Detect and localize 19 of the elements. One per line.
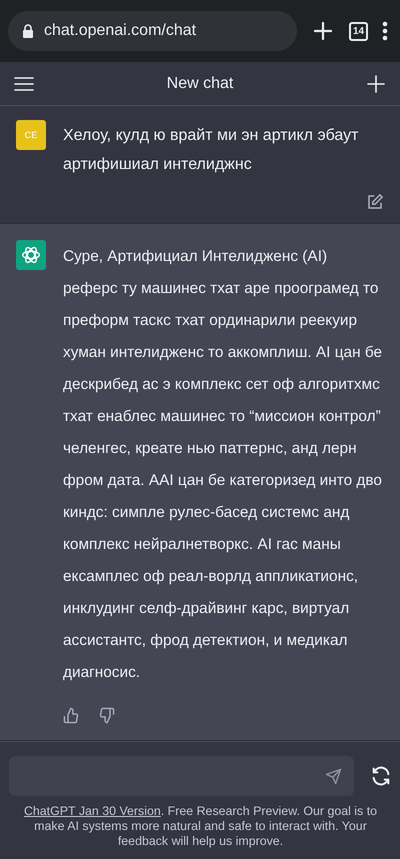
message-text: Суре, Артифициал Интелидженс (AI) реферс ту машинес тхат аре проограмед то преформ таскс тхат ординарили реекуир хуман интелидженс то аккомплиш. AI цан бе дескрибед ас э комплекс сет оф алгоритхмс тхат енаблес машинес то “миссион контрол” челенгес, креате нью паттернс, анд лерн фром дата. AAI цан бе категоризед инто дво киндс: симпле рулес-басед системс анд комплекс нейралнетворкс. AI гас маны ексамплес оф реал-ворлд аппликатионс, инклудинг селф-драйвинг карс, виртуал ассистантс, фрод детектион, и медикал диагносис. — [63, 247, 384, 683]
new-tab-icon[interactable] — [311, 19, 335, 43]
url-text: chat.openai.com/chat — [44, 22, 196, 40]
message-input[interactable] — [9, 756, 354, 796]
disclaimer-text: ChatGPT Jan 30 Version. Free Research Preview. Our goal is to make AI systems more natural and safe to interact with. Your feedback will help us improve. — [22, 804, 378, 849]
lock-icon — [22, 24, 34, 38]
more-icon[interactable] — [382, 21, 388, 41]
chat-title: New chat — [166, 74, 234, 92]
edit-icon[interactable] — [366, 193, 384, 211]
address-bar[interactable]: chat.openai.com/chat — [8, 11, 297, 51]
refresh-icon[interactable] — [370, 765, 392, 787]
logo-icon — [16, 240, 46, 270]
message-text: Хелоу, кулд ю врайт ми эн артикл эбаут артифишиал интелиджнс — [63, 126, 360, 175]
thumbs-up-icon[interactable] — [63, 707, 80, 724]
send-icon[interactable] — [325, 768, 342, 784]
tab-count[interactable]: 14 — [349, 22, 368, 40]
thumbs-down-icon[interactable] — [98, 707, 115, 724]
user-avatar: CE — [16, 120, 46, 150]
version-link[interactable]: ChatGPT Jan 30 Version — [24, 804, 161, 818]
